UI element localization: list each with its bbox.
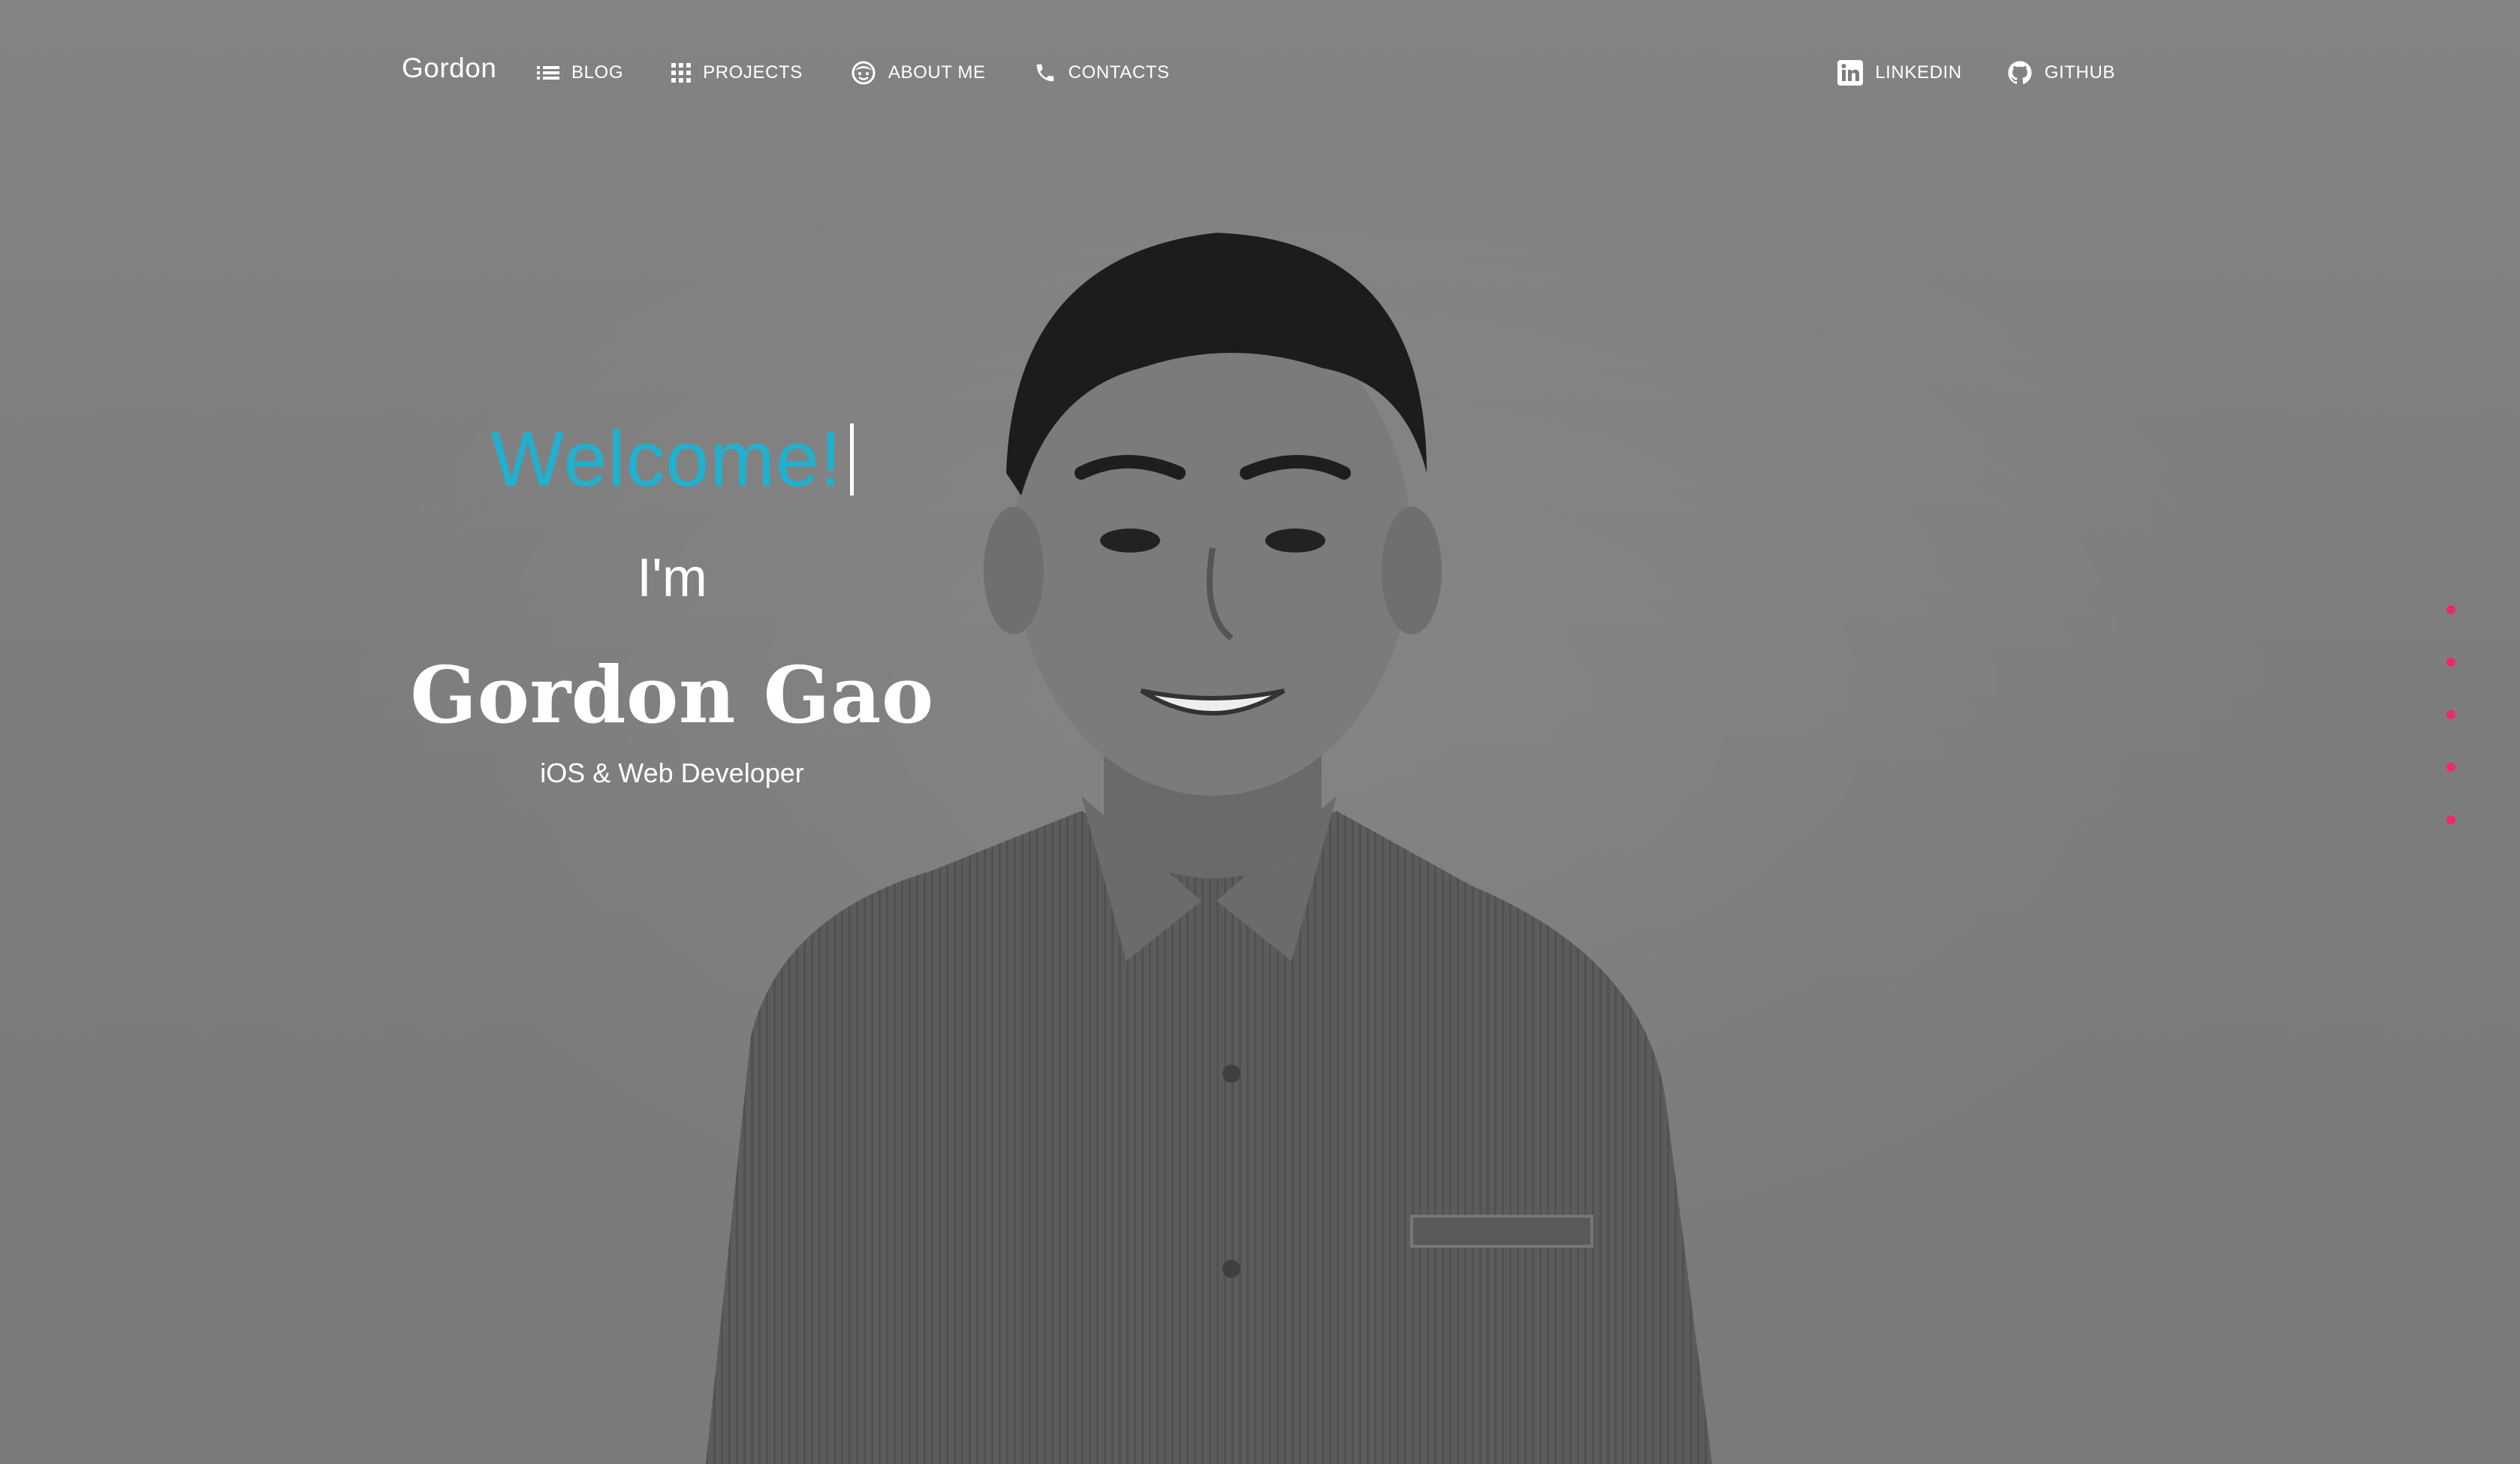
phone-icon	[1034, 62, 1057, 84]
section-dot[interactable]	[2446, 763, 2455, 772]
intro-im: I'm	[637, 548, 707, 608]
brand-logo[interactable]: Gordon	[402, 53, 496, 84]
nav-blog[interactable]: BLOG	[537, 57, 623, 89]
section-dot-nav	[2446, 605, 2455, 824]
primary-nav: BLOG PROJECTS ABOUT ME CONTACTS	[537, 57, 1170, 89]
person-name: Gordon Gao	[410, 649, 934, 741]
github-icon	[2007, 60, 2033, 86]
nav-github[interactable]: GITHUB	[2007, 57, 2115, 89]
portrait-image	[706, 233, 1712, 1464]
nav-github-label: GITHUB	[2044, 62, 2115, 83]
welcome-text: Welcome!	[490, 416, 843, 503]
nav-blog-label: BLOG	[571, 62, 624, 83]
section-dot[interactable]	[2446, 710, 2455, 719]
hero-text: Welcome! I'm Gordon Gao iOS & Web Develo…	[390, 420, 954, 787]
face-icon	[851, 60, 876, 86]
section-dot[interactable]	[2446, 605, 2455, 614]
typing-cursor	[849, 423, 854, 496]
section-dot[interactable]	[2446, 815, 2455, 824]
nav-linkedin-label: LINKEDIN	[1875, 62, 1962, 83]
nav-linkedin[interactable]: LINKEDIN	[1837, 57, 1962, 89]
nav-contacts[interactable]: CONTACTS	[1034, 57, 1170, 89]
nav-contacts-label: CONTACTS	[1068, 62, 1170, 83]
nav-projects-label: PROJECTS	[703, 62, 803, 83]
section-dot[interactable]	[2446, 658, 2455, 667]
top-navbar: Gordon BLOG PROJECTS ABOUT ME CONTACTS L…	[0, 0, 2520, 143]
welcome-heading: Welcome!	[490, 416, 854, 503]
nav-about-me[interactable]: ABOUT ME	[851, 57, 986, 89]
nav-about-me-label: ABOUT ME	[888, 62, 986, 83]
list-icon	[537, 64, 559, 82]
person-role: iOS & Web Developer	[540, 758, 804, 788]
grid-icon	[671, 63, 692, 83]
linkedin-icon	[1837, 60, 1864, 86]
nav-projects[interactable]: PROJECTS	[671, 57, 803, 89]
social-nav: LINKEDIN GITHUB	[1837, 57, 2115, 89]
